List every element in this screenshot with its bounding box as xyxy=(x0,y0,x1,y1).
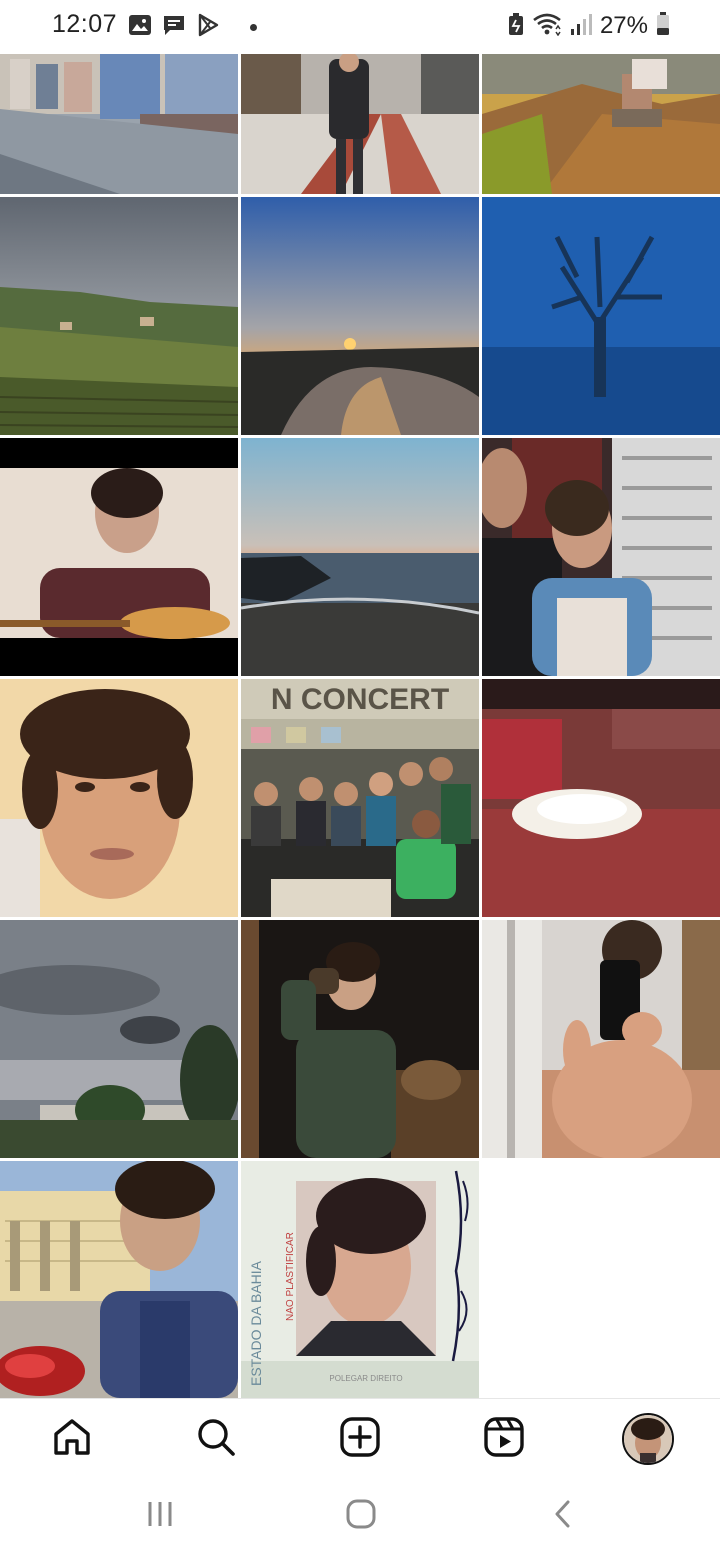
search-icon xyxy=(195,1416,237,1463)
grid-post-7[interactable] xyxy=(0,438,238,676)
back-icon xyxy=(548,1499,578,1534)
nav-create-post[interactable] xyxy=(334,1413,386,1465)
nav-search[interactable] xyxy=(190,1413,242,1465)
bottom-navigation-bar xyxy=(0,1398,720,1479)
id-card-thumb-text: POLEGAR DIREITO xyxy=(329,1374,402,1383)
nav-home[interactable] xyxy=(46,1413,98,1465)
nav-profile-avatar[interactable] xyxy=(622,1413,674,1465)
message-icon xyxy=(162,13,186,42)
grid-post-13[interactable] xyxy=(0,920,238,1158)
grid-post-15[interactable] xyxy=(482,920,720,1158)
grid-post-2[interactable] xyxy=(241,54,479,194)
grid-post-12[interactable] xyxy=(482,679,720,917)
grid-post-9[interactable] xyxy=(482,438,720,676)
recent-apps-icon xyxy=(145,1499,175,1534)
notification-icons xyxy=(128,13,257,42)
recent-apps-button[interactable] xyxy=(135,1496,185,1536)
grid-post-4[interactable] xyxy=(0,197,238,435)
grid-post-10[interactable] xyxy=(0,679,238,917)
concert-sign-text: N CONCERT xyxy=(271,683,449,716)
id-card-stamp-text: NAO PLASTIFICAR xyxy=(285,1232,296,1321)
grid-post-3[interactable] xyxy=(482,54,720,194)
back-button[interactable] xyxy=(538,1496,588,1536)
system-status-icons: 27% xyxy=(508,11,670,41)
grid-post-5[interactable] xyxy=(241,197,479,435)
profile-photo-grid: N CONCERT ESTADO DA BAHIA NAO PLASTIFICA… xyxy=(0,54,720,1398)
create-post-icon xyxy=(339,1416,381,1463)
status-time: 12:07 xyxy=(52,10,118,38)
status-bar: 12:07 27% xyxy=(0,0,720,54)
more-notifications-dot xyxy=(250,23,257,31)
id-card-state-text: ESTADO DA BAHIA xyxy=(248,1260,264,1386)
grid-post-6[interactable] xyxy=(482,197,720,435)
grid-post-1[interactable] xyxy=(0,54,238,194)
grid-post-16[interactable] xyxy=(0,1161,238,1398)
grid-post-14[interactable] xyxy=(241,920,479,1158)
screen: 12:07 27% N CONCERT ESTADO DA BAHIA NAO … xyxy=(0,0,720,1560)
system-navigation-bar xyxy=(0,1478,720,1560)
system-home-button[interactable] xyxy=(336,1496,386,1536)
home-circle-icon xyxy=(345,1498,377,1535)
wifi-icon xyxy=(532,12,562,41)
battery-percent: 27% xyxy=(599,12,648,39)
gallery-icon xyxy=(128,14,152,41)
battery-icon xyxy=(656,11,670,41)
signal-icon xyxy=(570,12,592,41)
grid-post-11[interactable]: N CONCERT xyxy=(241,679,479,917)
reels-icon xyxy=(483,1416,525,1463)
grid-post-8[interactable] xyxy=(241,438,479,676)
nav-reels[interactable] xyxy=(478,1413,530,1465)
grid-post-17[interactable]: ESTADO DA BAHIA NAO PLASTIFICAR POLEGAR … xyxy=(241,1161,479,1398)
profile-avatar-image xyxy=(624,1415,672,1463)
play-store-icon xyxy=(196,13,220,42)
battery-saver-icon xyxy=(508,12,524,41)
home-icon xyxy=(51,1416,93,1463)
